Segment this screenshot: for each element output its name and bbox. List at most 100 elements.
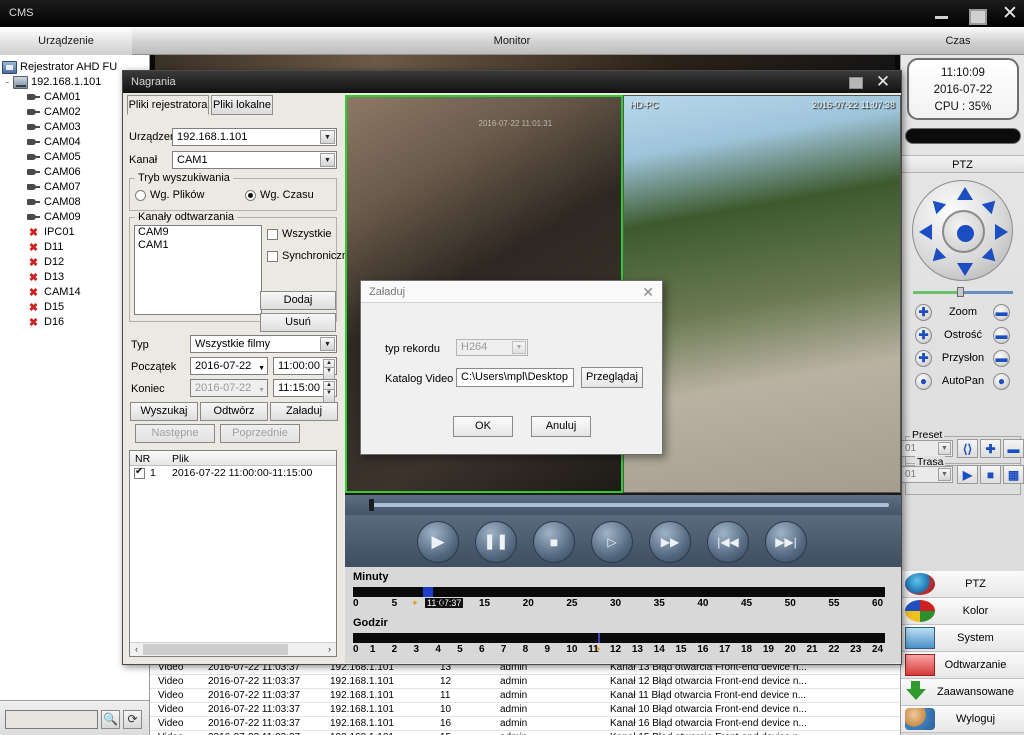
table-row[interactable]: Video 2016-07-22 11:03:37 192.168.1.101 16 a…	[150, 717, 900, 731]
search-input[interactable]	[5, 710, 98, 729]
transport-fast-forward-button[interactable]: ▶▶	[649, 521, 691, 563]
search-button[interactable]: Wyszukaj	[130, 402, 198, 421]
ptz-ostrosc-minus-icon[interactable]: ▬	[993, 327, 1010, 344]
next-page-button[interactable]: Następne	[135, 424, 215, 443]
chevron-down-icon[interactable]: ▼	[320, 153, 335, 167]
play-button[interactable]: Odtwórz	[200, 402, 268, 421]
table-row[interactable]: Video 2016-07-22 11:03:37 192.168.1.101 10 a…	[150, 703, 900, 717]
list-item[interactable]: CAM1	[135, 239, 261, 252]
cancel-button[interactable]: Anuluj	[531, 416, 591, 437]
transport-previous-button[interactable]: |◀◀	[707, 521, 749, 563]
list-item[interactable]: CAM9	[135, 226, 261, 239]
tab-czas[interactable]: Czas	[892, 27, 1024, 55]
ptz-speed-slider[interactable]	[913, 287, 1013, 297]
ptz-ostrosc-plus-icon[interactable]: ✚	[915, 327, 932, 344]
menu-button-system[interactable]: System	[901, 625, 1024, 652]
tab-urzadzenie[interactable]: Urządzenie	[0, 27, 132, 55]
ptz-zoom-minus-icon[interactable]: ▬	[993, 304, 1010, 321]
scroll-thumb[interactable]	[143, 644, 288, 655]
ok-button[interactable]: OK	[453, 416, 513, 437]
ptz-down-icon[interactable]	[957, 263, 973, 276]
checkbox-synchronicznie[interactable]	[267, 251, 278, 262]
magnifier-icon[interactable]: 🔍	[101, 710, 120, 729]
transport-step-button[interactable]: ▷	[591, 521, 633, 563]
ptz-down-left-icon[interactable]	[927, 247, 947, 267]
transport-next-button[interactable]: ▶▶|	[765, 521, 807, 563]
chevron-down-icon[interactable]: ▼	[320, 337, 335, 351]
ptz-autopan-minus-icon[interactable]: ●	[993, 373, 1010, 390]
playback-channel-list[interactable]: CAM9 CAM1	[134, 225, 262, 315]
close-icon[interactable]: ✕	[1000, 3, 1020, 24]
menu-button-kolor[interactable]: Kolor	[901, 598, 1024, 625]
checkbox-wszystkie[interactable]	[267, 229, 278, 240]
end-date-picker[interactable]: 2016-07-22 ▼	[190, 379, 268, 397]
ptz-przyslona-minus-icon[interactable]: ▬	[993, 350, 1010, 367]
table-row[interactable]: Video 2016-07-22 11:03:37 192.168.1.101 11 a…	[150, 689, 900, 703]
ptz-zoom-plus-icon[interactable]: ✚	[915, 304, 932, 321]
ptz-left-icon[interactable]	[919, 224, 932, 240]
ptz-up-left-icon[interactable]	[927, 195, 947, 215]
ptz-przyslona-plus-icon[interactable]: ✚	[915, 350, 932, 367]
route-select[interactable]: 01 ▼	[901, 466, 953, 483]
start-date-picker[interactable]: 2016-07-22 ▼	[190, 357, 268, 375]
menu-button-wyloguj[interactable]: Wyloguj	[901, 706, 1024, 733]
chevron-down-icon[interactable]: ▼	[938, 442, 951, 455]
menu-button-zaawansowane[interactable]: Zaawansowane	[901, 679, 1024, 706]
preset-remove-icon[interactable]: ▬	[1003, 439, 1024, 458]
device-select[interactable]: 192.168.1.101 ▼	[172, 128, 337, 146]
refresh-icon[interactable]: ⟳	[123, 710, 142, 729]
load-button[interactable]: Załaduj	[270, 402, 338, 421]
hours-bar[interactable]	[353, 633, 885, 643]
playback-progress-bar[interactable]	[345, 495, 901, 515]
maximize-icon[interactable]	[966, 4, 987, 25]
table-row[interactable]: 1 2016-07-22 11:00:00-11:15:00	[130, 466, 336, 481]
table-row[interactable]: Video2016-07-22 11:03:37192.168.1.10115a…	[150, 731, 900, 735]
scroll-left-icon[interactable]: ‹	[130, 643, 143, 656]
ptz-joystick[interactable]	[912, 180, 1013, 281]
preset-cycle-icon[interactable]: ⟨⟩	[957, 439, 978, 458]
chevron-down-icon[interactable]: ▼	[258, 361, 265, 377]
ptz-up-icon[interactable]	[957, 187, 973, 200]
radio-wg-plikow[interactable]	[135, 190, 146, 201]
menu-button-ptz[interactable]: PTZ	[901, 571, 1024, 598]
tab-monitor[interactable]: Monitor	[132, 27, 892, 55]
preset-add-icon[interactable]: ✚	[980, 439, 1001, 458]
start-time-input[interactable]: 11:00:00 ▲ ▼	[273, 357, 337, 381]
remove-channel-button[interactable]: Usuń	[260, 313, 336, 332]
video-panel-right[interactable]: HD-PC 2016-07-22 11:07:38	[623, 95, 901, 493]
scroll-right-icon[interactable]: ›	[323, 643, 336, 656]
transport-stop-button[interactable]: ■	[533, 521, 575, 563]
video-dir-input[interactable]: C:\Users\mpl\Desktop	[456, 368, 574, 387]
type-select[interactable]: Wszystkie filmy ▼	[190, 335, 337, 353]
file-list-hscrollbar[interactable]: ‹ ›	[130, 642, 336, 656]
route-stop-icon[interactable]: ■	[980, 465, 1001, 484]
tab-pliki-lokalne[interactable]: Pliki lokalne	[211, 95, 273, 115]
chevron-down-icon[interactable]: ▼	[320, 130, 335, 144]
progress-knob[interactable]	[369, 499, 374, 511]
route-grid-icon[interactable]: ▦	[1003, 465, 1024, 484]
ptz-center[interactable]	[942, 210, 985, 253]
preset-select[interactable]: 01 ▼	[901, 440, 953, 457]
route-play-icon[interactable]: ▶	[957, 465, 978, 484]
load-dialog-close-icon[interactable]: ✕	[642, 284, 654, 301]
chevron-down-icon[interactable]: ▼	[512, 341, 526, 354]
add-channel-button[interactable]: Dodaj	[260, 291, 336, 310]
ptz-right-icon[interactable]	[995, 224, 1008, 240]
record-type-select[interactable]: H264 ▼	[456, 339, 528, 356]
ptz-autopan-plus-icon[interactable]: ●	[915, 373, 932, 390]
prev-page-button[interactable]: Poprzednie	[220, 424, 300, 443]
minimize-icon[interactable]	[932, 4, 952, 24]
spinner-down-icon[interactable]: ▼	[323, 389, 335, 403]
menu-button-odtwarzanie[interactable]: Odtwarzanie	[901, 652, 1024, 679]
transport-pause-button[interactable]: ❚❚	[475, 521, 517, 563]
table-row[interactable]: Video 2016-07-22 11:03:37 192.168.1.101 12 a…	[150, 675, 900, 689]
expander-icon[interactable]: -	[2, 75, 13, 90]
slider-knob[interactable]	[957, 287, 964, 297]
row-checkbox[interactable]	[134, 466, 145, 479]
end-time-input[interactable]: 11:15:00 ▲ ▼	[273, 379, 337, 403]
chevron-down-icon[interactable]: ▼	[258, 383, 265, 399]
browse-button[interactable]: Przeglądaj	[581, 367, 643, 388]
radio-wg-czasu[interactable]	[245, 190, 256, 201]
transport-play-button[interactable]: ▶	[417, 521, 459, 563]
chevron-down-icon[interactable]: ▼	[938, 468, 951, 481]
